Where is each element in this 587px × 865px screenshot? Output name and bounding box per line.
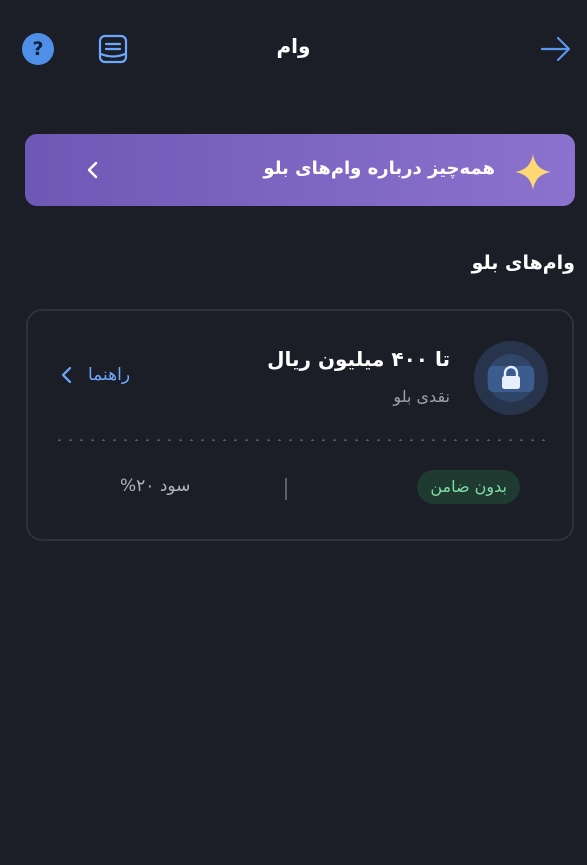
loan-info-banner[interactable]: همه‌چیز درباره وام‌های بلو	[25, 134, 575, 206]
chevron-left-icon	[61, 366, 72, 384]
guide-label: راهنما	[88, 365, 131, 385]
loan-type: نقدی بلو	[393, 387, 450, 406]
help-button[interactable]: ?	[22, 33, 54, 65]
banner-label: همه‌چیز درباره وام‌های بلو	[263, 158, 495, 179]
section-title: وام‌های بلو	[471, 252, 575, 274]
page-title: وام	[276, 34, 311, 58]
interest-rate: سود ۲۰%	[120, 476, 191, 496]
loans-page: وام ? همه‌چیز درباره وام‌های بلو وام‌	[0, 0, 587, 865]
vertical-divider	[285, 478, 287, 500]
question-circle-icon: ?	[32, 38, 44, 60]
no-guarantor-badge: بدون ضامن	[417, 470, 520, 504]
guide-link[interactable]: راهنما	[58, 365, 130, 385]
sparkle-star-icon	[515, 154, 551, 190]
back-button[interactable]	[539, 32, 573, 66]
lock-icon	[474, 341, 548, 415]
loan-card[interactable]: تا ۴۰۰ میلیون ریال نقدی بلو راهنما بدون …	[26, 309, 574, 541]
loan-avatar	[474, 341, 548, 415]
loan-history-button[interactable]	[98, 34, 128, 64]
dotted-divider	[54, 439, 546, 441]
arrow-right-icon	[540, 36, 571, 62]
loan-amount: تا ۴۰۰ میلیون ریال	[267, 347, 450, 371]
document-list-icon	[98, 34, 128, 64]
chevron-left-icon	[87, 161, 98, 179]
top-bar: وام ?	[0, 0, 587, 100]
